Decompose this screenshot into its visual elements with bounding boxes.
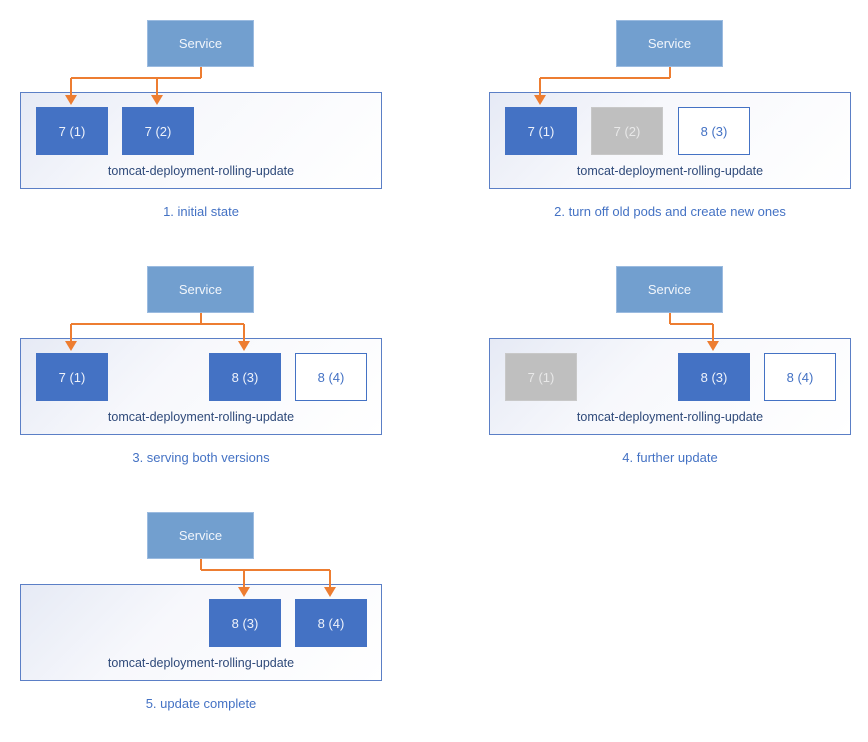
- panel-1: Service 7 (1) 7 (2) tomcat-deployment-rolli…: [20, 20, 420, 250]
- step-caption: 3. serving both versions: [132, 450, 270, 465]
- route-arrows: [65, 67, 202, 105]
- step-caption: 2. turn off old pods and create new ones: [554, 204, 786, 219]
- route-arrows: [200, 559, 336, 597]
- step-caption: 5. update complete: [145, 696, 257, 711]
- panel-5: Service 8 (3) 8 (4) tomcat-deployment-rolli…: [20, 512, 420, 742]
- route-arrows: [669, 313, 719, 351]
- deployment-label: tomcat-deployment-rolling-update: [107, 164, 295, 178]
- arrow-head-icon: [65, 95, 77, 105]
- step-caption: 4. further update: [622, 450, 718, 465]
- arrow-head-icon: [238, 341, 250, 351]
- arrow-head-icon: [151, 95, 163, 105]
- arrow-head-icon: [324, 587, 336, 597]
- route-arrows: [534, 67, 671, 105]
- arrow-head-icon: [65, 341, 77, 351]
- arrow-head-icon: [238, 587, 250, 597]
- panel-3: Service 7 (1) 8 (3) 8 (4) tomcat-deployment-…: [20, 266, 420, 496]
- deployment-label: tomcat-deployment-rolling-update: [576, 410, 764, 424]
- deployment-label: tomcat-deployment-rolling-update: [107, 410, 295, 424]
- step-caption: 1. initial state: [163, 204, 239, 219]
- panel-4: Service 7 (1) 8 (3) 8 (4) tomcat-deployment-…: [489, 266, 868, 496]
- arrow-head-icon: [534, 95, 546, 105]
- panel-2: Service 7 (1) 7 (2) 8 (3) tomcat-deployment-…: [489, 20, 868, 250]
- route-arrows: [65, 313, 250, 351]
- deployment-label: tomcat-deployment-rolling-update: [107, 656, 295, 670]
- arrow-head-icon: [707, 341, 719, 351]
- deployment-label: tomcat-deployment-rolling-update: [576, 164, 764, 178]
